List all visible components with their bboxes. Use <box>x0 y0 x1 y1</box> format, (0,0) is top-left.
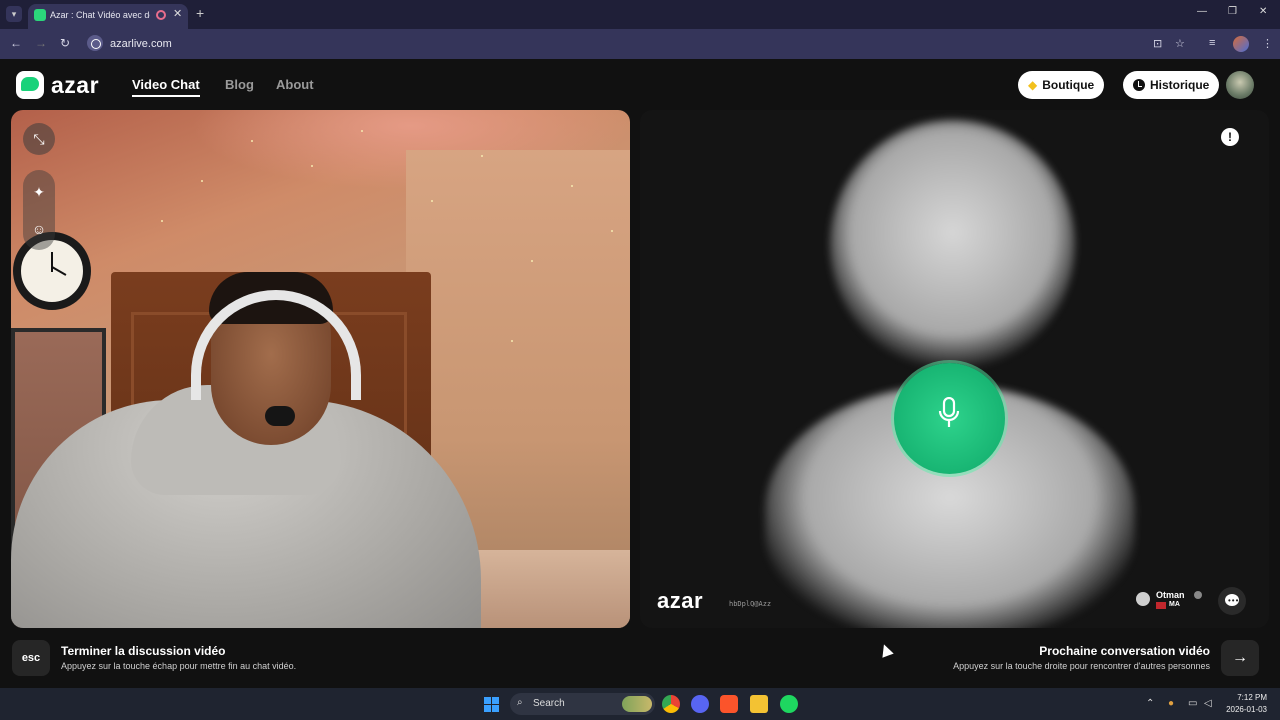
azar-logo-text: azar <box>51 71 100 98</box>
minimize-video-icon[interactable]: ⤡ <box>23 123 55 155</box>
peer-avatar-icon <box>1136 592 1150 606</box>
peer-info[interactable]: Otman MA <box>1136 588 1206 614</box>
spotify-app-icon[interactable] <box>780 695 798 713</box>
new-tab-button[interactable]: + <box>196 5 204 21</box>
next-chat-subtitle: Appuyez sur la touche droite pour rencon… <box>953 661 1210 671</box>
azar-watermark: azar <box>657 588 704 613</box>
network-icon[interactable]: ▭ <box>1188 698 1197 709</box>
effects-sparkle-icon[interactable]: ✦ <box>23 176 55 208</box>
remote-video-feed: ! azar hbDplQ@Azz Otman MA ••• <box>640 110 1269 628</box>
report-button[interactable]: ! <box>1221 128 1239 146</box>
recording-indicator-icon <box>156 10 166 20</box>
back-icon[interactable]: ← <box>10 36 22 50</box>
browser-menu-icon[interactable]: ⋮ <box>1262 37 1273 50</box>
peer-name: Otman <box>1156 590 1185 600</box>
tray-microphone-icon[interactable]: ● <box>1168 698 1174 709</box>
install-app-icon[interactable]: ⊡ <box>1153 37 1162 50</box>
search-icon: ⌕ <box>517 697 523 708</box>
wall-clock <box>13 232 91 310</box>
azar-logo-icon <box>16 71 44 99</box>
windows-start-icon[interactable] <box>484 697 499 712</box>
search-highlight-image <box>622 696 652 712</box>
tab-close-icon[interactable]: ✕ <box>173 7 182 20</box>
minimize-window-icon[interactable]: — <box>1197 6 1207 17</box>
historique-button[interactable]: Historique <box>1123 71 1220 99</box>
taskbar-search-label: Search <box>533 698 565 709</box>
restore-window-icon[interactable]: ❐ <box>1228 6 1237 17</box>
mouse-cursor-icon <box>878 642 894 658</box>
site-info-icon[interactable] <box>87 35 103 51</box>
azar-page: azar Video Chat Blog About ◆ Boutique Hi… <box>0 59 1280 688</box>
end-chat-subtitle: Appuyez sur la touche échap pour mettre … <box>61 661 297 671</box>
user-avatar[interactable] <box>1226 71 1254 99</box>
taskbar-time[interactable]: 7:12 PM <box>1227 693 1267 702</box>
history-clock-icon <box>1133 79 1145 91</box>
close-window-icon[interactable]: ✕ <box>1259 6 1267 17</box>
taskbar-date[interactable]: 2026-01-03 <box>1220 705 1267 714</box>
tab-title: Azar : Chat Vidéo avec de n <box>50 10 150 20</box>
discord-app-icon[interactable] <box>691 695 709 713</box>
taskbar-search[interactable]: ⌕ Search <box>510 693 655 715</box>
morocco-flag-icon <box>1156 602 1166 609</box>
forward-icon[interactable]: → <box>35 36 47 50</box>
browser-tab-azar[interactable]: Azar : Chat Vidéo avec de n ✕ <box>28 4 188 29</box>
end-chat-esc-button[interactable]: esc <box>12 640 50 676</box>
media-controls-icon[interactable]: ≡ <box>1209 37 1215 49</box>
file-explorer-icon[interactable] <box>750 695 768 713</box>
peer-info-badge-icon <box>1194 591 1202 599</box>
nav-video-chat[interactable]: Video Chat <box>132 77 200 97</box>
url-field[interactable]: azarlive.com <box>110 38 172 50</box>
voice-only-indicator <box>894 363 1005 474</box>
brave-app-icon[interactable] <box>720 695 738 713</box>
tab-search-button[interactable]: ▾ <box>6 6 22 22</box>
boutique-label: Boutique <box>1042 78 1095 92</box>
browser-address-bar: ← → ↻ azarlive.com ⊡ ☆ ≡ ⋮ <box>0 29 1280 59</box>
session-id: hbDplQ@Azz <box>729 600 772 608</box>
tray-overflow-icon[interactable]: ⌃ <box>1146 698 1154 709</box>
nav-blog[interactable]: Blog <box>225 77 254 92</box>
azar-favicon-icon <box>34 9 46 21</box>
reload-icon[interactable]: ↻ <box>60 36 70 50</box>
azar-logo[interactable]: azar <box>16 71 99 99</box>
bookmark-star-icon[interactable]: ☆ <box>1175 37 1185 50</box>
chat-message-button[interactable]: ••• <box>1218 587 1246 615</box>
placeholder-avatar-head <box>830 120 1075 370</box>
end-chat-title: Terminer la discussion vidéo <box>61 644 226 658</box>
local-camera-feed: ⤡ ✦ ☺ <box>11 110 630 628</box>
chat-bubble-icon: ••• <box>1228 596 1240 605</box>
browser-tab-bar: ▾ Azar : Chat Vidéo avec de n ✕ + — ❐ ✕ <box>0 0 1280 29</box>
next-chat-arrow-button[interactable]: → <box>1221 640 1259 676</box>
face-filter-icon[interactable]: ☺ <box>23 213 55 245</box>
peer-country: MA <box>1169 601 1180 608</box>
nav-about[interactable]: About <box>276 77 314 92</box>
next-chat-title: Prochaine conversation vidéo <box>1039 644 1210 658</box>
gem-icon: ◆ <box>1028 78 1038 92</box>
browser-profile-avatar[interactable] <box>1233 36 1249 52</box>
historique-label: Historique <box>1150 78 1210 92</box>
microphone-icon <box>938 397 960 427</box>
chrome-app-icon[interactable] <box>662 695 680 713</box>
boutique-button[interactable]: ◆ Boutique <box>1018 71 1105 99</box>
volume-icon[interactable]: ◁ <box>1204 698 1212 709</box>
windows-taskbar: ⌕ Search ⌃ ● ▭ ◁ 7:12 PM 2026-01-03 <box>0 688 1280 720</box>
